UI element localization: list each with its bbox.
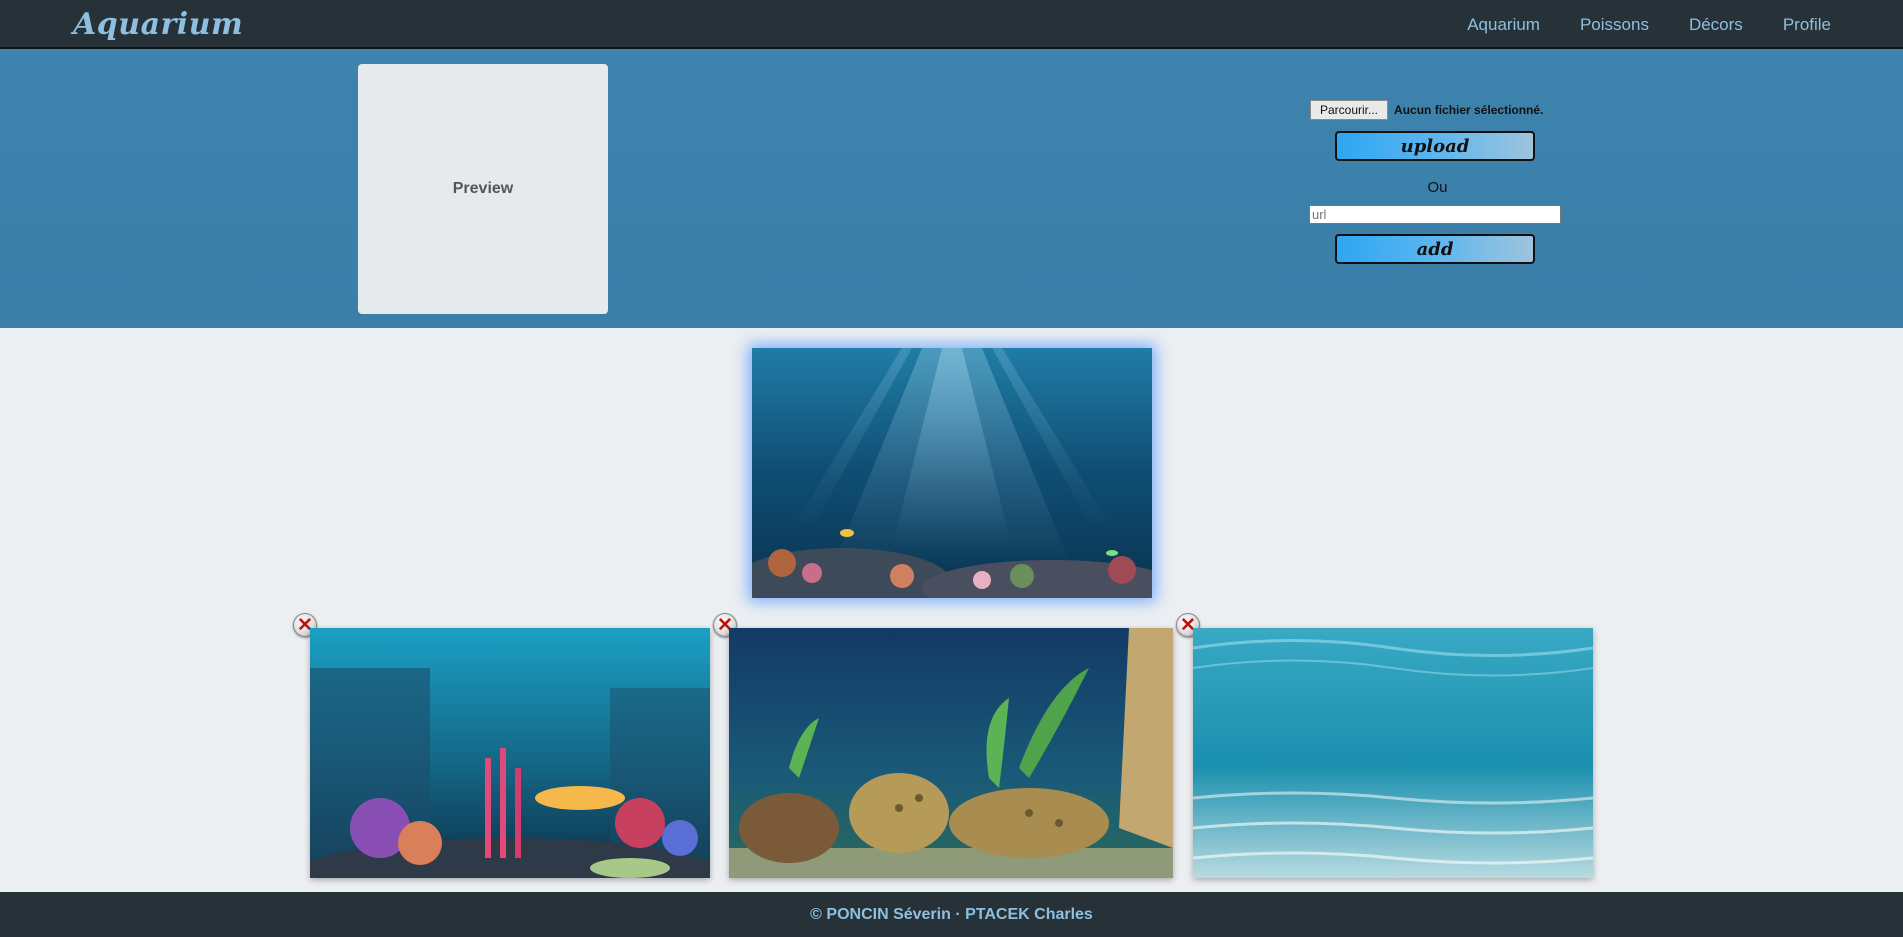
file-input: Parcourir... Aucun fichier sélectionné.	[1310, 99, 1565, 120]
add-button[interactable]: add	[1335, 234, 1535, 264]
brand-logo[interactable]: Aquarium	[73, 7, 243, 42]
browse-button[interactable]: Parcourir...	[1310, 99, 1389, 120]
preview-label: Preview	[452, 180, 514, 197]
image-preview: Preview	[358, 64, 608, 314]
nav-link-aquarium[interactable]: Aquarium	[1467, 15, 1540, 35]
aquarium-rocks-plants-image	[729, 628, 1173, 878]
navbar: Aquarium Aquarium Poissons Décors Profil…	[0, 0, 1903, 49]
underwater-light-rays-image	[752, 348, 1152, 598]
nav-links: Aquarium Poissons Décors Profile	[1427, 0, 1831, 49]
or-label: Ou	[1427, 179, 1448, 196]
background-image-main[interactable]	[752, 348, 1152, 598]
nav-link-poissons[interactable]: Poissons	[1580, 15, 1649, 35]
sandy-seabed-image	[1193, 628, 1593, 878]
background-image-2[interactable]	[729, 628, 1173, 878]
upload-panel: Parcourir... Aucun fichier sélectionné. …	[1305, 99, 1565, 264]
file-status: Aucun fichier sélectionné.	[1394, 102, 1544, 117]
background-image-1[interactable]	[310, 628, 710, 878]
footer: © PONCIN Séverin · PTACEK Charles	[0, 892, 1903, 937]
nav-link-profile[interactable]: Profile	[1783, 15, 1831, 35]
nav-link-decors[interactable]: Décors	[1689, 15, 1743, 35]
footer-credits: © PONCIN Séverin · PTACEK Charles	[810, 905, 1093, 923]
background-image-3[interactable]	[1193, 628, 1593, 878]
coral-reef-image	[310, 628, 710, 878]
upload-button[interactable]: upload	[1335, 131, 1535, 161]
url-input[interactable]	[1309, 205, 1561, 224]
upload-section: Preview Parcourir... Aucun fichier sélec…	[0, 49, 1903, 328]
